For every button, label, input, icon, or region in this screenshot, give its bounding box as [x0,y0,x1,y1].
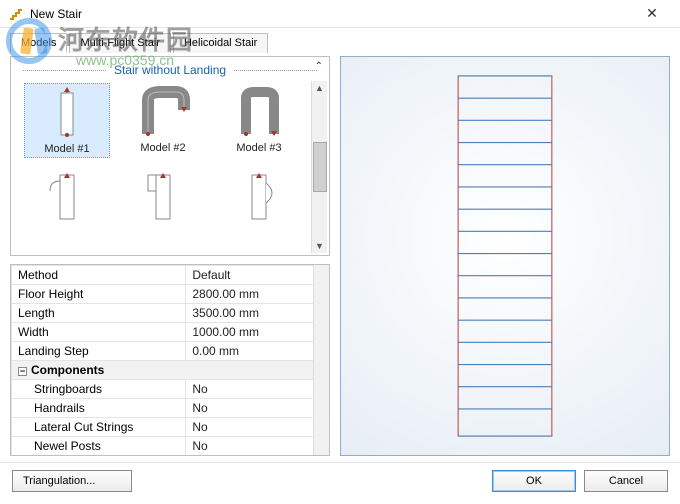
collapse-icon[interactable]: ⌃ [315,61,323,72]
triangulation-button[interactable]: Triangulation... [12,470,132,492]
scroll-down-icon[interactable]: ▼ [315,239,324,253]
close-icon[interactable]: ✕ [632,5,672,22]
model-6[interactable] [216,168,302,225]
model-3-label: Model #3 [218,142,300,154]
prop-val[interactable]: 2800.00 mm [186,285,329,304]
model-2[interactable]: Model #2 [120,83,206,158]
prop-row: MethodDefault [12,266,329,285]
prop-key: Handrails [12,399,186,418]
prop-key: Width [12,323,186,342]
models-row-1: Model #1 Model #2 Model #3 [19,83,307,158]
gallery-scrollbar[interactable]: ▲ ▼ [311,81,327,253]
prop-key: Floor Height [12,285,186,304]
footer: Triangulation... OK Cancel [0,462,680,498]
prop-val[interactable]: No [186,399,329,418]
tab-helicoidal[interactable]: Helicoidal Stair [173,33,268,53]
prop-val[interactable]: 1000.00 mm [186,323,329,342]
tabs: Models Multi-Flight Stair Helicoidal Sta… [0,28,680,52]
minus-icon[interactable]: − [18,367,27,376]
model-5[interactable] [120,168,206,225]
prop-val[interactable]: No [186,380,329,399]
prop-row: HandrailsNo [12,399,329,418]
prop-row: StringboardsNo [12,380,329,399]
preview-panel [340,56,670,456]
prop-val[interactable]: No [186,437,329,456]
prop-row: Newel PostsNo [12,437,329,456]
prop-key: Newel Posts [12,437,186,456]
window-title: New Stair [30,7,632,21]
prop-val[interactable]: 3500.00 mm [186,304,329,323]
prop-row: Width1000.00 mm [12,323,329,342]
titlebar: New Stair ✕ [0,0,680,28]
prop-key: Length [12,304,186,323]
prop-row: Length3500.00 mm [12,304,329,323]
prop-key: Lateral Cut Strings [12,418,186,437]
propgrid-scrollbar[interactable] [313,265,329,455]
model-1-label: Model #1 [27,143,107,155]
prop-row: Landing Step0.00 mm [12,342,329,361]
scroll-thumb[interactable] [313,142,327,192]
prop-key: Method [12,266,186,285]
prop-group-label: Components [31,363,104,377]
stair-preview-icon [440,71,570,441]
prop-val[interactable]: 0.00 mm [186,342,329,361]
model-3[interactable]: Model #3 [216,83,302,158]
models-row-2 [19,168,307,225]
prop-group-components[interactable]: −Components [12,361,329,380]
prop-val[interactable]: Default [186,266,329,285]
stair-icon [8,6,24,22]
tab-multi-flight[interactable]: Multi-Flight Stair [69,33,170,53]
model-2-label: Model #2 [122,142,204,154]
tab-models[interactable]: Models [10,33,67,53]
model-gallery: Stair without Landing ⌃ Model #1 Model #… [10,56,330,256]
prop-row: Floor Height2800.00 mm [12,285,329,304]
property-grid[interactable]: MethodDefault Floor Height2800.00 mm Len… [10,264,330,456]
ok-button[interactable]: OK [492,470,576,492]
prop-val[interactable]: No [186,418,329,437]
gallery-group-label: Stair without Landing [114,63,226,77]
gallery-group-header[interactable]: Stair without Landing [15,63,325,77]
cancel-button[interactable]: Cancel [584,470,668,492]
prop-row: Lateral Cut StringsNo [12,418,329,437]
prop-key: Landing Step [12,342,186,361]
prop-key: Stringboards [12,380,186,399]
model-1[interactable]: Model #1 [24,83,110,158]
scroll-up-icon[interactable]: ▲ [315,81,324,95]
model-4[interactable] [24,168,110,225]
